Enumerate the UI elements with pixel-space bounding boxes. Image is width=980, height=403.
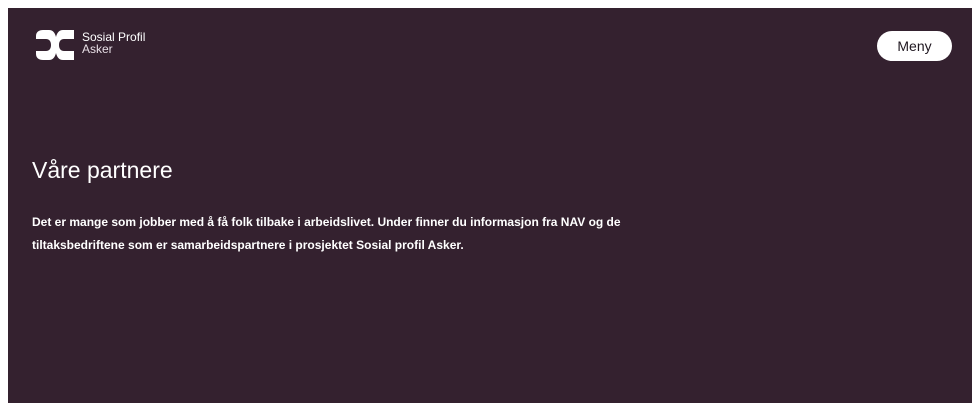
intro-line-1: Det er mange som jobber med å få folk ti…	[32, 215, 621, 229]
site-header: Sosial Profil Asker Meny	[8, 8, 972, 83]
page: Sosial Profil Asker Meny Våre partnere D…	[8, 8, 972, 403]
logo-text: Sosial Profil Asker	[82, 31, 145, 55]
site-logo[interactable]: Sosial Profil Asker	[34, 29, 145, 61]
intro-line-2: tiltaksbedriftene som er samarbeidspartn…	[32, 238, 464, 252]
hero-content: Våre partnere Det er mange som jobber me…	[32, 155, 752, 257]
menu-button[interactable]: Meny	[877, 31, 952, 61]
sosial-profil-logo-icon	[36, 30, 74, 60]
intro-text: Det er mange som jobber med å få folk ti…	[32, 211, 752, 257]
logo-location: Asker	[82, 42, 113, 56]
page-title: Våre partnere	[32, 157, 173, 183]
